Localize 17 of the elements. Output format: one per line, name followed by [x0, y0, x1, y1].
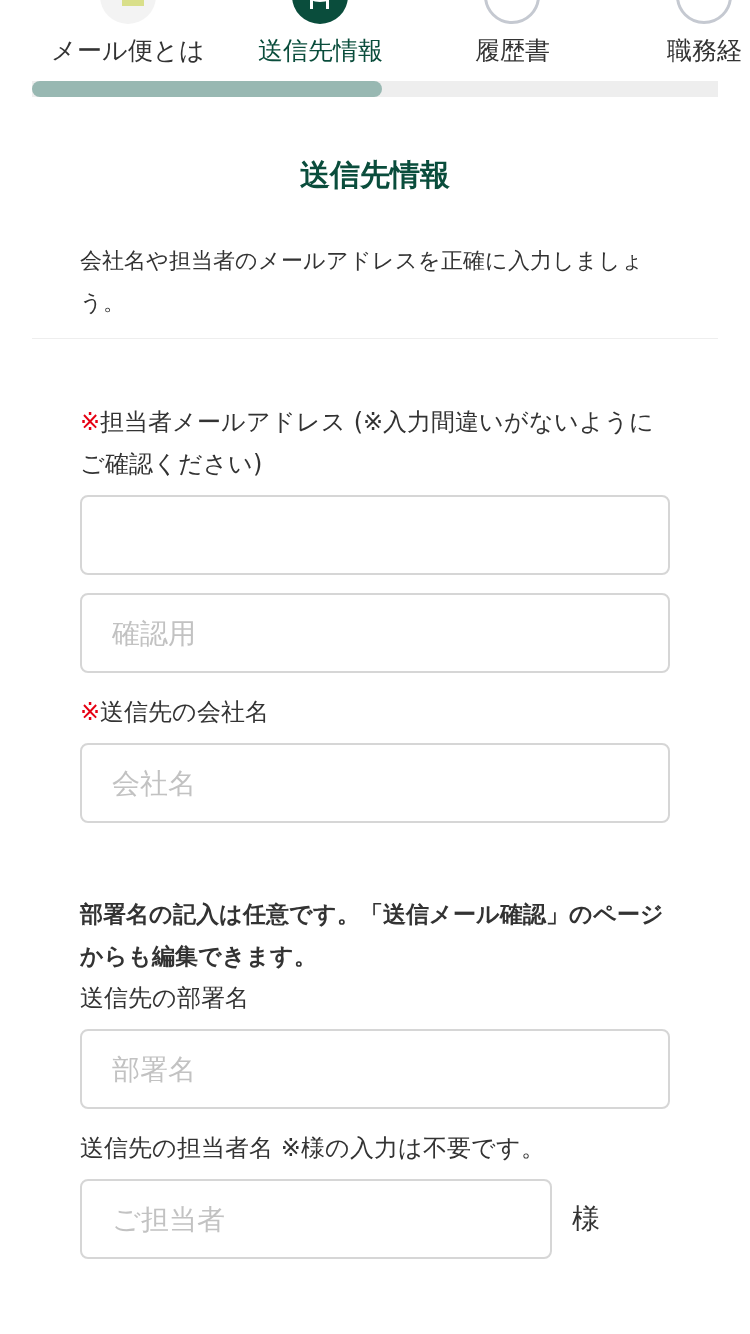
input-field[interactable]: 会社名	[80, 743, 670, 823]
input-field[interactable]: 部署名	[80, 1029, 670, 1109]
field-label: ※送信先の会社名	[80, 697, 271, 728]
page-title: 送信先情報	[299, 156, 451, 194]
step-tab[interactable]: 履歴書	[474, 34, 550, 67]
note-text: 部署名の記入は任意です。「送信メール確認」のページからも編集できます。	[80, 900, 665, 971]
field-label: ※担当者メールアドレス (※入力間違いがないようにご確認ください)	[80, 407, 656, 480]
suffix-text: 様	[572, 1201, 600, 1237]
step-tab[interactable]: 職務経	[666, 34, 742, 67]
intro-text: 会社名や担当者のメールアドレスを正確に入力しましょう。	[80, 247, 645, 317]
input-field[interactable]: ご担当者	[80, 1179, 552, 1259]
input-field[interactable]: 確認用	[80, 593, 670, 673]
field-label: 送信先の部署名	[80, 984, 249, 1012]
step-tab[interactable]: メール便とは	[51, 34, 205, 67]
input-field[interactable]	[80, 495, 670, 575]
step-tab[interactable]: 送信先情報	[257, 34, 383, 67]
field-label: 送信先の担当者名 ※様の入力は不要です。	[80, 1134, 545, 1162]
